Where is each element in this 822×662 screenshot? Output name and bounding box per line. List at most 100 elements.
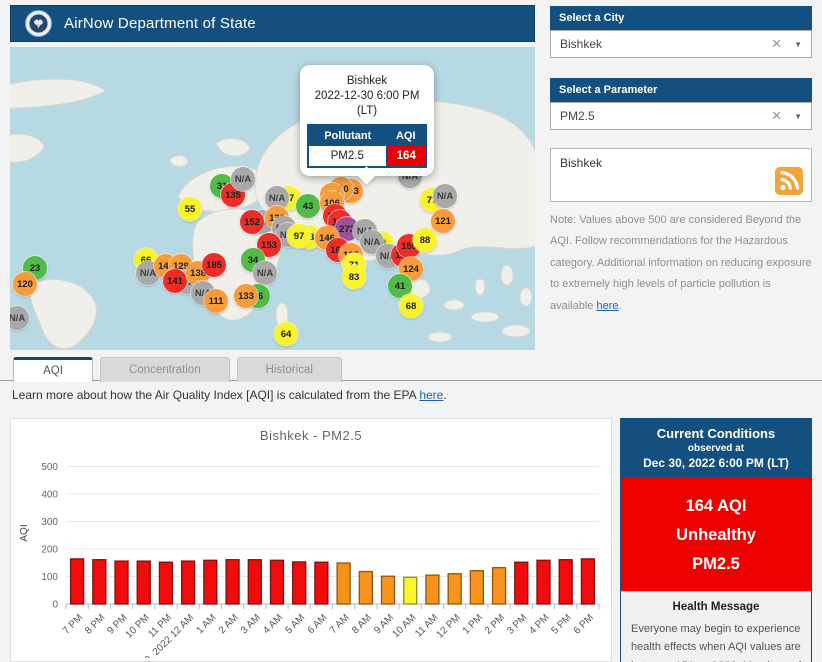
tab-concentration[interactable]: Concentration: [100, 357, 230, 382]
aqi-bar-chart: 0100200300400500AQI7 PM8 PM9 PM10 PM11 P…: [19, 462, 600, 661]
popup-pollutant-value: PM2.5: [308, 145, 388, 167]
aqi-bar[interactable]: [580, 558, 596, 605]
map-marker[interactable]: 121: [431, 209, 455, 233]
map-marker-no-data[interactable]: N/A: [433, 184, 457, 208]
aqi-bar[interactable]: [203, 559, 218, 605]
aqi-bar[interactable]: [114, 560, 129, 605]
cc-title: Current Conditions: [656, 426, 776, 441]
map-marker[interactable]: 185: [202, 253, 226, 277]
y-tick-label: 300: [41, 517, 58, 528]
x-category-label: 10 AM: [391, 612, 419, 640]
tab-historical[interactable]: Historical: [236, 357, 342, 382]
map-marker[interactable]: 141: [163, 269, 187, 293]
map-popup: Bishkek 2022-12-30 6:00 PM (LT) Pollutan…: [300, 65, 434, 185]
map-marker[interactable]: 68: [399, 294, 423, 318]
map-marker-no-data[interactable]: N/A: [231, 167, 255, 191]
beyond-aqi-note: Note: Values above 500 are considered Be…: [550, 210, 812, 317]
note-here-link[interactable]: here: [596, 300, 618, 312]
cc-aqi-category: Unhealthy: [676, 525, 756, 544]
rss-feed-icon[interactable]: [775, 167, 803, 195]
y-tick-label: 200: [41, 545, 58, 556]
aqi-bar[interactable]: [247, 559, 262, 605]
cc-observed-at: observed at: [687, 443, 745, 454]
aqi-bar[interactable]: [558, 559, 573, 605]
x-category-label: 4 AM: [261, 612, 285, 636]
map-marker[interactable]: 152: [240, 210, 264, 234]
aqi-bar[interactable]: [314, 561, 329, 605]
cc-aqi-block: 164 AQI Unhealthy PM2.5: [621, 478, 811, 591]
x-category-label: 8 PM: [83, 612, 107, 636]
x-category-label: 4 PM: [527, 612, 551, 636]
map-marker[interactable]: 133: [234, 284, 258, 308]
map-marker[interactable]: 88: [413, 228, 437, 252]
aqi-bar[interactable]: [180, 560, 196, 605]
aqi-bar[interactable]: [158, 561, 174, 605]
city-clear-icon[interactable]: ✕: [771, 36, 782, 52]
feed-city-label: Bishkek: [560, 156, 603, 170]
cc-datetime: Dec 30, 2022 6:00 PM (LT): [643, 456, 789, 470]
parameter-clear-icon[interactable]: ✕: [771, 108, 782, 124]
select-parameter-header: Select a Parameter: [550, 78, 812, 102]
aqi-bar[interactable]: [491, 567, 507, 605]
x-category-label: 8 AM: [350, 612, 374, 636]
aqi-bar[interactable]: [269, 559, 285, 605]
app-header: AirNow Department of State: [10, 5, 535, 42]
map-marker-no-data[interactable]: N/A: [253, 261, 277, 285]
x-category-label: 1 AM: [195, 612, 219, 636]
city-caret-down-icon[interactable]: ▼: [794, 40, 802, 49]
parameter-caret-down-icon[interactable]: ▼: [794, 112, 802, 121]
aqi-bar[interactable]: [447, 573, 462, 605]
tab-aqi[interactable]: AQI: [13, 357, 93, 382]
x-category-label: 5 PM: [550, 612, 574, 636]
page: AirNow Department of State 23 120 N/A 55…: [0, 0, 822, 662]
map-marker[interactable]: 64: [274, 322, 298, 346]
city-select[interactable]: Bishkek ✕ ▼: [550, 30, 812, 58]
x-category-label: 7 PM: [61, 612, 85, 636]
aqi-bar[interactable]: [514, 561, 529, 605]
map-marker[interactable]: 43: [296, 194, 320, 218]
x-category-label: 7 AM: [328, 612, 352, 636]
aqi-chart-panel: Bishkek - PM2.5 0 100 200 300 400 500 AQI 7 PM 8…: [10, 418, 612, 662]
chart-title: Bishkek - PM2.5: [259, 428, 363, 443]
cc-pollutant: PM2.5: [692, 554, 740, 573]
select-city-header: Select a City: [550, 6, 812, 30]
app-title: AirNow Department of State: [64, 15, 256, 32]
parameter-select[interactable]: PM2.5 ✕ ▼: [550, 102, 812, 130]
aqi-bar[interactable]: [403, 576, 418, 605]
right-sidebar: Select a City Bishkek ✕ ▼ Select a Param…: [550, 6, 812, 317]
department-of-state-seal-icon: [25, 10, 52, 37]
current-conditions-panel: Current Conditions observed at Dec 30, 2…: [620, 418, 812, 662]
map-marker[interactable]: 97: [287, 224, 311, 248]
map-marker[interactable]: 83: [342, 265, 366, 289]
popup-city: Bishkek: [346, 75, 388, 87]
aqi-bar[interactable]: [425, 574, 440, 605]
x-category-label: 3 PM: [505, 612, 529, 636]
learn-more-here-link[interactable]: here: [419, 388, 443, 402]
popup-col-pollutant: Pollutant: [308, 124, 387, 146]
current-conditions-header: Current Conditions observed at Dec 30, 2…: [621, 419, 811, 478]
map-marker[interactable]: 111: [204, 289, 228, 313]
learn-more-period: .: [443, 388, 447, 402]
x-category-label: 6 PM: [572, 612, 596, 636]
x-category-label: 3 AM: [239, 612, 263, 636]
y-tick-label: 100: [41, 572, 58, 583]
x-category-label: 6 AM: [306, 612, 330, 636]
y-tick-label: 0: [52, 600, 58, 611]
aqi-bar[interactable]: [336, 562, 351, 605]
city-feed-box: Bishkek: [550, 148, 812, 202]
aqi-bar[interactable]: [136, 560, 151, 605]
aqi-bar[interactable]: [225, 559, 240, 605]
aqi-bar[interactable]: [358, 570, 373, 605]
map-marker[interactable]: 55: [178, 197, 202, 221]
cc-aqi-value: 164 AQI: [685, 497, 747, 515]
aqi-bar[interactable]: [536, 559, 551, 605]
aqi-bar[interactable]: [92, 559, 107, 605]
aqi-bar[interactable]: [69, 558, 85, 605]
y-axis-label: AQI: [19, 524, 30, 541]
aqi-bar[interactable]: [292, 561, 307, 605]
aqi-bar[interactable]: [380, 575, 396, 605]
x-category-label: 2 PM: [483, 612, 507, 636]
aqi-bar[interactable]: [469, 570, 485, 605]
world-aqi-map[interactable]: 23120N/A5531135N/A67N/A43N/A152132N/A73N…: [10, 47, 535, 350]
map-marker[interactable]: 120: [13, 272, 37, 296]
